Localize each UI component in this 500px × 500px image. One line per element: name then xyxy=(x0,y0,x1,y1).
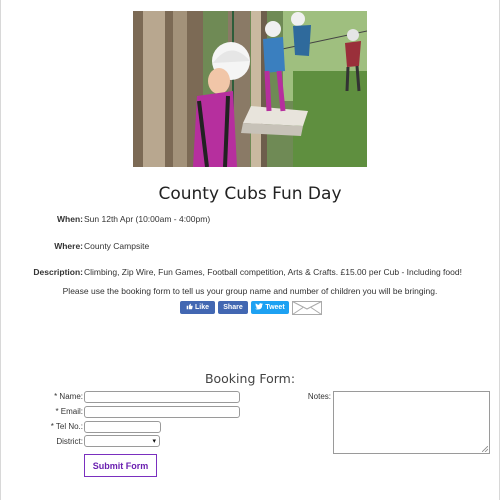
booking-form-title: Booking Form: xyxy=(204,371,296,386)
district-select[interactable]: ▾ xyxy=(84,435,160,447)
district-label: District: xyxy=(56,437,83,446)
email-label: * Email: xyxy=(55,407,83,416)
twitter-bird-icon xyxy=(255,303,264,312)
facebook-share-button[interactable]: Share xyxy=(218,301,248,314)
description-value: Climbing, Zip Wire, Fun Games, Football … xyxy=(84,267,462,277)
email-input[interactable] xyxy=(84,406,240,418)
email-share-button[interactable] xyxy=(292,301,322,315)
like-label: Like xyxy=(194,304,209,311)
name-input[interactable] xyxy=(84,391,240,403)
name-label: * Name: xyxy=(54,392,83,401)
description-label: Description: xyxy=(33,267,83,277)
where-label: Where: xyxy=(54,241,83,251)
when-value: Sun 12th Apr (10:00am - 4:00pm) xyxy=(84,214,211,224)
when-label: When: xyxy=(57,214,83,224)
event-title: County Cubs Fun Day xyxy=(158,184,342,204)
notes-label: Notes: xyxy=(307,392,331,401)
envelope-icon xyxy=(292,301,322,315)
resize-grip-icon[interactable] xyxy=(482,446,488,452)
tweet-label: Tweet xyxy=(265,304,285,311)
thumbs-up-icon xyxy=(186,303,193,312)
facebook-like-button[interactable]: Like xyxy=(180,301,215,314)
share-label: Share xyxy=(223,304,243,311)
social-share-bar: Like Share Tweet xyxy=(180,301,322,315)
tel-input[interactable] xyxy=(84,421,161,433)
submit-form-button[interactable]: Submit Form xyxy=(84,454,157,477)
notes-textarea[interactable] xyxy=(333,391,490,454)
booking-note: Please use the booking form to tell us y… xyxy=(62,286,438,296)
twitter-tweet-button[interactable]: Tweet xyxy=(251,301,289,314)
where-value: County Campsite xyxy=(84,241,150,251)
tel-label: * Tel No.: xyxy=(50,422,83,431)
event-photo xyxy=(133,11,367,167)
chevron-down-icon: ▾ xyxy=(152,438,156,445)
